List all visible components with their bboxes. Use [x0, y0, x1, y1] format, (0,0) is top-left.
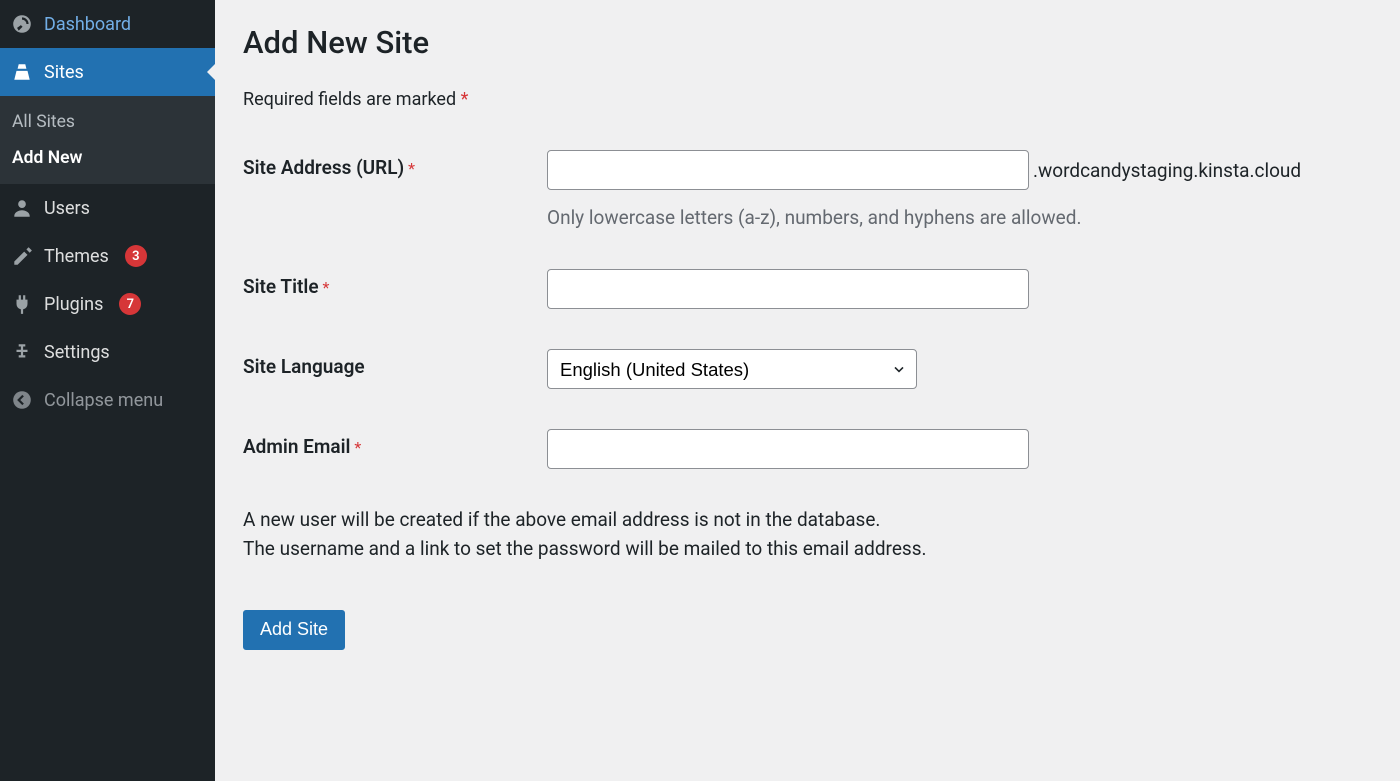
- sidebar-item-themes[interactable]: Themes 3: [0, 232, 215, 280]
- site-address-input[interactable]: [547, 150, 1029, 190]
- required-asterisk: *: [408, 159, 415, 178]
- required-fields-note: Required fields are marked *: [243, 89, 1372, 110]
- plugins-icon: [10, 292, 34, 316]
- row-site-address: Site Address (URL) * .wordcandystaging.k…: [243, 150, 1372, 229]
- sidebar-item-dashboard[interactable]: Dashboard: [0, 0, 215, 48]
- sidebar-item-label: Users: [44, 198, 90, 219]
- required-asterisk: *: [354, 438, 361, 457]
- sidebar-item-label: Plugins: [44, 294, 103, 315]
- dashboard-icon: [10, 12, 34, 36]
- sidebar-item-label: Dashboard: [44, 14, 131, 35]
- admin-sidebar: Dashboard Sites All Sites Add New Users …: [0, 0, 215, 781]
- sidebar-item-label: Sites: [44, 62, 84, 83]
- sidebar-item-settings[interactable]: Settings: [0, 328, 215, 376]
- users-icon: [10, 196, 34, 220]
- required-asterisk: *: [323, 278, 330, 297]
- sidebar-item-label: Settings: [44, 342, 110, 363]
- submenu-item-add-new[interactable]: Add New: [0, 140, 215, 176]
- themes-badge: 3: [125, 245, 147, 267]
- site-language-label: Site Language: [243, 355, 365, 378]
- row-site-language: Site Language English (United States): [243, 349, 1372, 389]
- required-note-text: Required fields are marked: [243, 89, 456, 110]
- site-address-description: Only lowercase letters (a-z), numbers, a…: [547, 206, 1372, 229]
- add-site-button[interactable]: Add Site: [243, 610, 345, 650]
- required-asterisk: *: [461, 89, 469, 110]
- collapse-label: Collapse menu: [44, 390, 163, 411]
- collapse-icon: [10, 388, 34, 412]
- sidebar-item-label: Themes: [44, 246, 109, 267]
- themes-icon: [10, 244, 34, 268]
- page-title: Add New Site: [243, 24, 1372, 61]
- site-title-label: Site Title: [243, 275, 319, 298]
- site-address-label: Site Address (URL): [243, 156, 404, 179]
- info-line-2: The username and a link to set the passw…: [243, 537, 927, 560]
- admin-email-label: Admin Email: [243, 435, 350, 458]
- sidebar-item-users[interactable]: Users: [0, 184, 215, 232]
- sites-submenu: All Sites Add New: [0, 96, 215, 184]
- info-paragraph: A new user will be created if the above …: [243, 505, 1372, 564]
- settings-icon: [10, 340, 34, 364]
- submenu-item-all-sites[interactable]: All Sites: [0, 104, 215, 140]
- site-address-suffix: .wordcandystaging.kinsta.cloud: [1033, 159, 1301, 182]
- row-admin-email: Admin Email *: [243, 429, 1372, 469]
- info-line-1: A new user will be created if the above …: [243, 508, 880, 531]
- row-site-title: Site Title *: [243, 269, 1372, 309]
- site-title-input[interactable]: [547, 269, 1029, 309]
- site-language-select[interactable]: English (United States): [547, 349, 917, 389]
- sidebar-item-sites[interactable]: Sites: [0, 48, 215, 96]
- plugins-badge: 7: [119, 293, 141, 315]
- collapse-menu-button[interactable]: Collapse menu: [0, 376, 215, 424]
- main-content: Add New Site Required fields are marked …: [215, 0, 1400, 781]
- sidebar-item-plugins[interactable]: Plugins 7: [0, 280, 215, 328]
- sites-icon: [10, 60, 34, 84]
- add-site-form: Site Address (URL) * .wordcandystaging.k…: [243, 150, 1372, 469]
- admin-email-input[interactable]: [547, 429, 1029, 469]
